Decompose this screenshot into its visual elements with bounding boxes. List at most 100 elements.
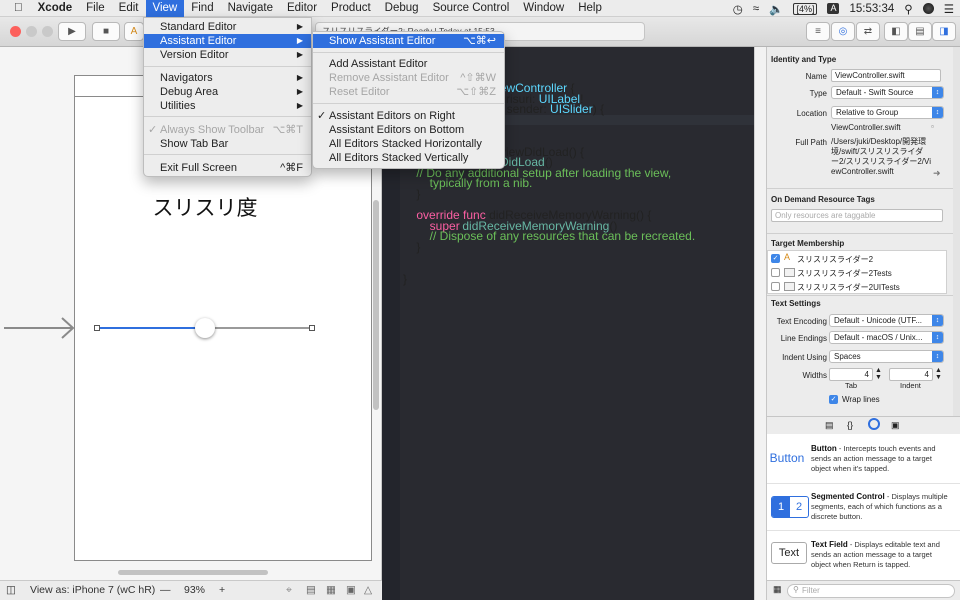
menu-app[interactable]: Xcode: [31, 0, 80, 17]
button-library-icon[interactable]: Button: [767, 446, 807, 471]
canvas-horizontal-scrollbar[interactable]: [118, 570, 268, 575]
menu-item-show-tab-bar[interactable]: Show Tab Bar: [144, 137, 311, 151]
wrap-lines-checkbox[interactable]: ✓: [829, 395, 838, 404]
target-checkbox-uitests[interactable]: [771, 282, 780, 291]
toggle-utilities-button[interactable]: ◨: [932, 22, 956, 41]
target-checkbox-tests[interactable]: [771, 268, 780, 277]
menu-find[interactable]: Find: [184, 0, 220, 17]
indent-using-popup[interactable]: Spaces ↕: [829, 350, 944, 363]
menu-item-navigators[interactable]: Navigators ▶: [144, 71, 311, 85]
menu-source-control[interactable]: Source Control: [426, 0, 517, 17]
indent-width-stepper[interactable]: ▲ ▼: [935, 367, 942, 381]
menu-item-assistant-editor[interactable]: Assistant Editor ▶: [144, 34, 311, 48]
tab-width-stepper[interactable]: ▲ ▼: [875, 367, 882, 381]
siri-icon[interactable]: [922, 3, 934, 14]
zoom-in-button[interactable]: +: [219, 584, 225, 596]
slider-thumb[interactable]: [195, 318, 215, 338]
menu-item-standard-editor[interactable]: Standard Editor ▶: [144, 20, 311, 34]
close-window-icon[interactable]: [10, 26, 21, 37]
version-editor-button[interactable]: ⇄: [856, 22, 880, 41]
toggle-navigator-button[interactable]: ◧: [884, 22, 908, 41]
scheme-selector[interactable]: A: [124, 22, 144, 41]
menu-product[interactable]: Product: [324, 0, 378, 17]
menu-editor[interactable]: Editor: [280, 0, 324, 17]
embed-stack-icon[interactable]: ▤: [306, 584, 316, 596]
menu-item-reset-editor[interactable]: Reset Editor ⌥⇧⌘Z: [313, 85, 504, 99]
view-as-device[interactable]: View as: iPhone 7 (wC hR): [30, 584, 155, 596]
name-field[interactable]: ViewController.swift: [831, 69, 941, 82]
library-filter-input[interactable]: Filter: [787, 584, 955, 598]
swift-app-icon: A: [130, 26, 138, 37]
time-machine-icon[interactable]: ◷: [733, 2, 743, 16]
ondemand-tags-field[interactable]: Only resources are taggable: [771, 209, 943, 222]
resolve-issues-icon[interactable]: △: [364, 584, 372, 596]
folder-icon[interactable]: ▫: [931, 122, 934, 131]
reveal-arrow-icon[interactable]: ➜: [933, 168, 941, 179]
menu-item-always-show-toolbar[interactable]: ✓ Always Show Toolbar ⌥⌘T: [144, 123, 311, 137]
document-outline-icon[interactable]: ◫: [6, 584, 16, 596]
apple-icon[interactable]: : [0, 0, 31, 17]
stop-button[interactable]: ■: [92, 22, 120, 41]
segmented-control-library-icon[interactable]: 12: [771, 496, 809, 518]
menu-debug[interactable]: Debug: [378, 0, 426, 17]
menu-item-add-assistant-editor[interactable]: Add Assistant Editor: [313, 57, 504, 71]
align-icon[interactable]: ▦: [326, 584, 336, 596]
menu-item-debug-area[interactable]: Debug Area ▶: [144, 85, 311, 99]
line-endings-popup[interactable]: Default - macOS / Unix... ↕: [829, 331, 944, 344]
menu-item-show-assistant-editor[interactable]: Show Assistant Editor ⌥⌘↩: [313, 34, 504, 48]
menu-item-version-editor[interactable]: Version Editor ▶: [144, 48, 311, 62]
popup-chevron-icon: ↕: [932, 351, 943, 362]
menu-item-assistant-editors-on-bottom[interactable]: Assistant Editors on Bottom: [313, 123, 504, 137]
media-library-icon[interactable]: ▣: [891, 420, 900, 431]
update-frames-icon[interactable]: ⌖: [286, 584, 292, 597]
tab-width-field[interactable]: 4: [829, 368, 873, 381]
text-field-library-icon[interactable]: Text: [771, 542, 807, 564]
object-library-icon[interactable]: [868, 418, 880, 430]
segmented-control-library-item[interactable]: Segmented Control - Displays multiple se…: [811, 492, 953, 522]
resize-handle-left[interactable]: [94, 325, 100, 331]
file-template-library-icon[interactable]: ▤: [825, 420, 834, 431]
menu-item-all-editors-stacked-vertically[interactable]: All Editors Stacked Vertically: [313, 151, 504, 165]
standard-editor-button[interactable]: ≡: [806, 22, 830, 41]
input-source-icon[interactable]: A: [827, 3, 840, 14]
resize-handle-right[interactable]: [309, 325, 315, 331]
menu-window[interactable]: Window: [516, 0, 571, 17]
menu-item-remove-assistant-editor[interactable]: Remove Assistant Editor ^⇧⌘W: [313, 71, 504, 85]
menu-edit[interactable]: Edit: [112, 0, 146, 17]
zoom-window-icon[interactable]: [42, 26, 53, 37]
menu-item-assistant-editors-on-right[interactable]: ✓ Assistant Editors on Right: [313, 109, 504, 123]
editor-scrollbar[interactable]: [754, 47, 766, 600]
notification-center-icon[interactable]: ☰: [944, 2, 954, 16]
type-popup[interactable]: Default - Swift Source ↕: [831, 86, 944, 99]
canvas-vertical-scrollbar[interactable]: [373, 200, 379, 410]
code-snippet-library-icon[interactable]: {}: [847, 420, 853, 430]
wifi-icon[interactable]: ≈: [753, 3, 759, 15]
indent-width-field[interactable]: 4: [889, 368, 933, 381]
pin-icon[interactable]: ▣: [346, 584, 356, 596]
encoding-popup[interactable]: Default - Unicode (UTF... ↕: [829, 314, 944, 327]
menu-navigate[interactable]: Navigate: [221, 0, 280, 17]
inspector-scrollbar[interactable]: [953, 47, 960, 432]
spotlight-icon[interactable]: ⚲: [904, 2, 912, 16]
toggle-debug-area-button[interactable]: ▤: [908, 22, 932, 41]
menu-item-shortcut: ⌥⌘↩: [463, 35, 496, 47]
menu-view[interactable]: View: [145, 0, 185, 17]
menu-item-all-editors-stacked-horizontally[interactable]: All Editors Stacked Horizontally: [313, 137, 504, 151]
button-library-item[interactable]: Button - Intercepts touch events and sen…: [811, 444, 953, 474]
battery-icon[interactable]: [4%]: [793, 2, 818, 15]
volume-icon[interactable]: 🔈: [769, 2, 783, 16]
assistant-editor-button[interactable]: ◎: [831, 22, 855, 41]
menu-help[interactable]: Help: [571, 0, 609, 17]
surisuri-label[interactable]: スリスリ度: [74, 192, 336, 222]
clock[interactable]: 15:53:34: [849, 3, 894, 15]
menu-item-utilities[interactable]: Utilities ▶: [144, 99, 311, 113]
location-popup[interactable]: Relative to Group ↕: [831, 106, 944, 119]
minimize-window-icon[interactable]: [26, 26, 37, 37]
target-checkbox-app[interactable]: ✓: [771, 254, 780, 263]
zoom-out-button[interactable]: —: [160, 584, 171, 596]
text-field-library-item[interactable]: Text Field - Displays editable text and …: [811, 540, 953, 570]
menu-file[interactable]: File: [79, 0, 112, 17]
grid-view-icon[interactable]: ▦: [773, 584, 782, 595]
menu-item-exit-full-screen[interactable]: Exit Full Screen ^⌘F: [144, 161, 311, 175]
run-button[interactable]: ▶: [58, 22, 86, 41]
